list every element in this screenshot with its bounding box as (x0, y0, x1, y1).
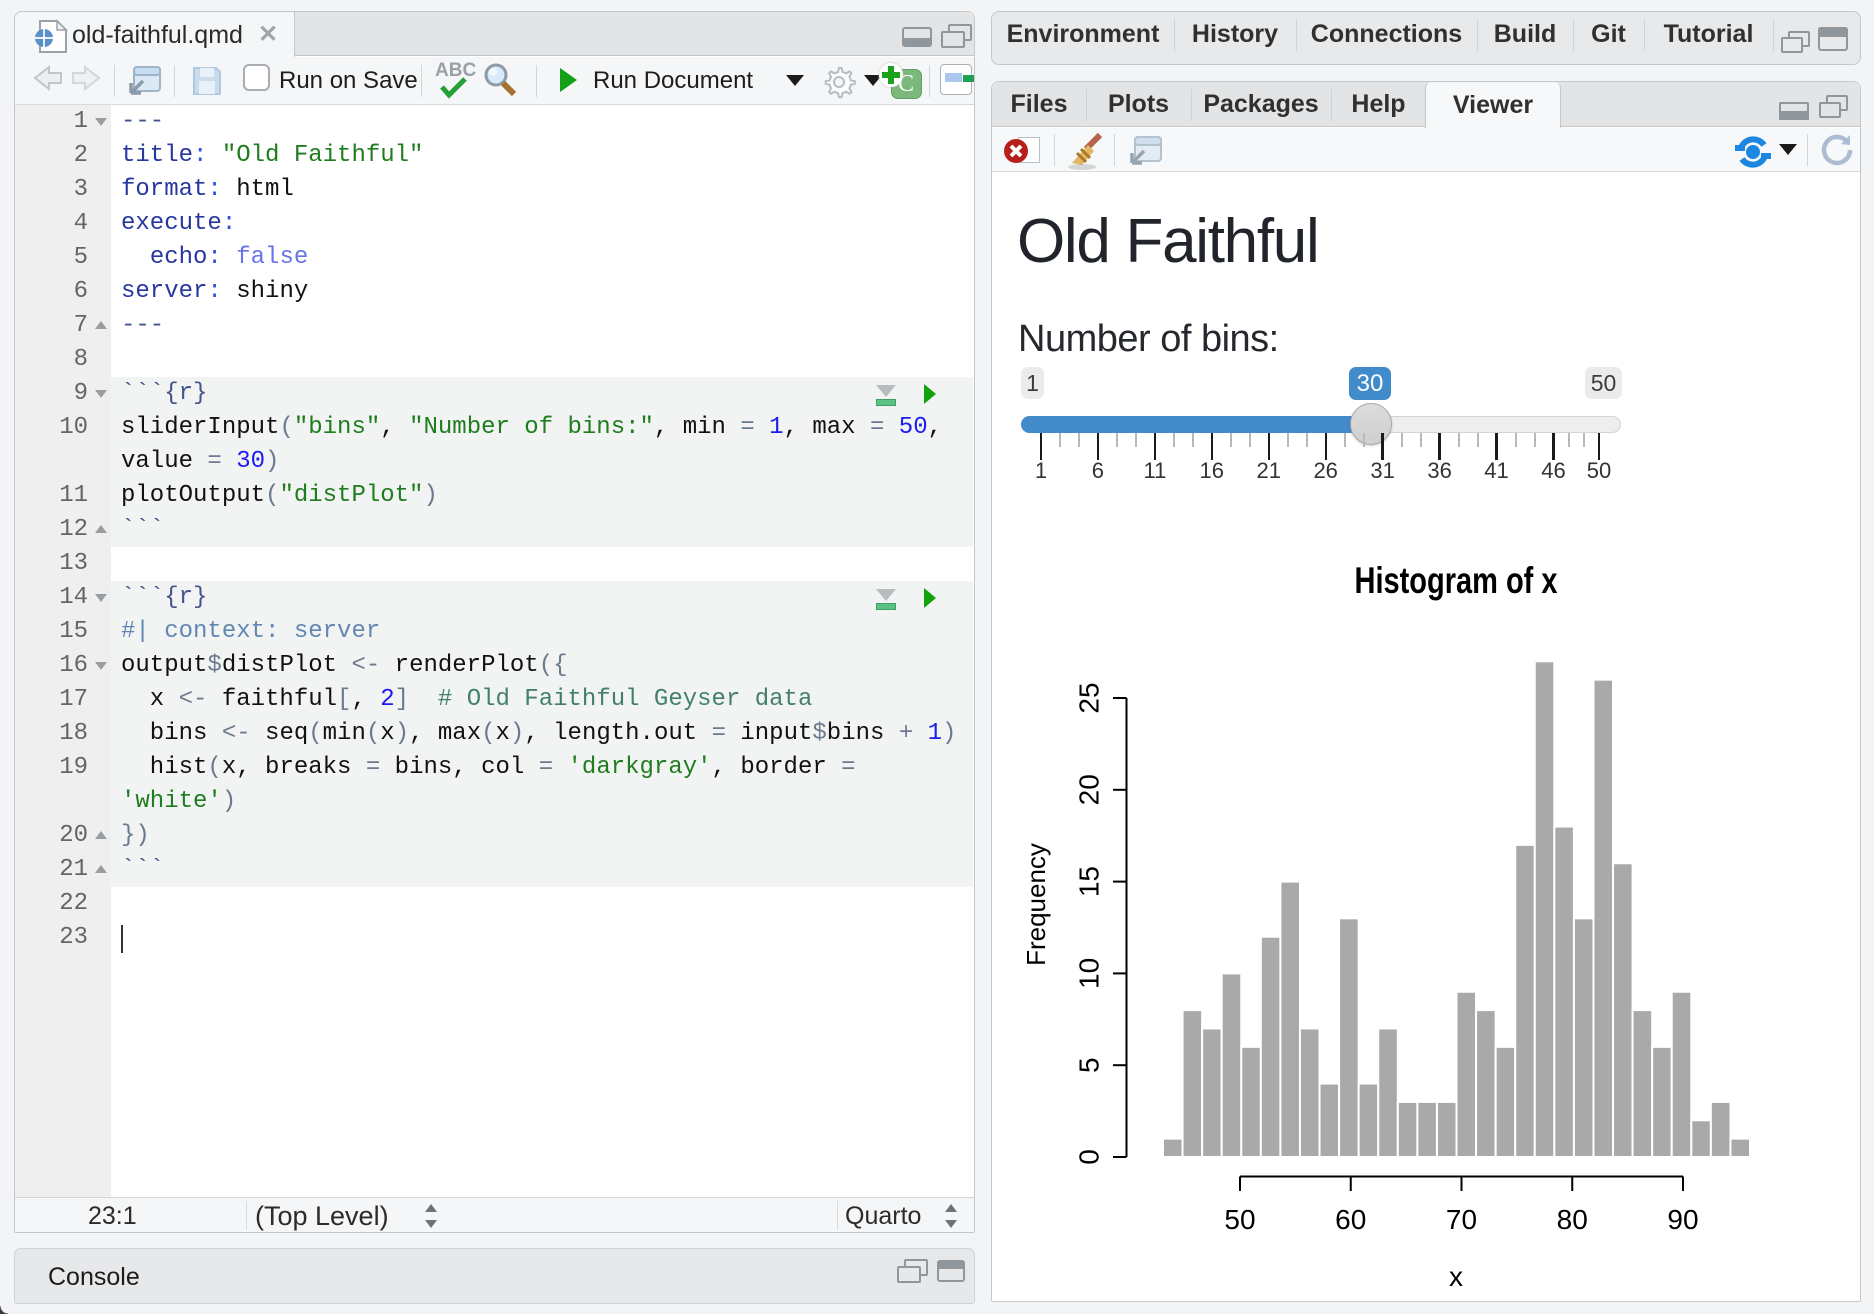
svg-text:0: 0 (1073, 1149, 1104, 1165)
svg-text:25: 25 (1073, 682, 1104, 713)
svg-text:80: 80 (1557, 1204, 1588, 1235)
svg-text:90: 90 (1667, 1204, 1698, 1235)
svg-text:20: 20 (1073, 774, 1104, 805)
svg-text:70: 70 (1446, 1204, 1477, 1235)
svg-text:10: 10 (1073, 958, 1104, 989)
svg-text:15: 15 (1073, 866, 1104, 897)
svg-text:5: 5 (1073, 1057, 1104, 1073)
svg-text:x: x (1449, 1261, 1463, 1292)
svg-text:Histogram of x: Histogram of x (1355, 560, 1558, 601)
svg-text:Frequency: Frequency (1021, 843, 1051, 966)
svg-text:60: 60 (1335, 1204, 1366, 1235)
svg-text:50: 50 (1224, 1204, 1255, 1235)
